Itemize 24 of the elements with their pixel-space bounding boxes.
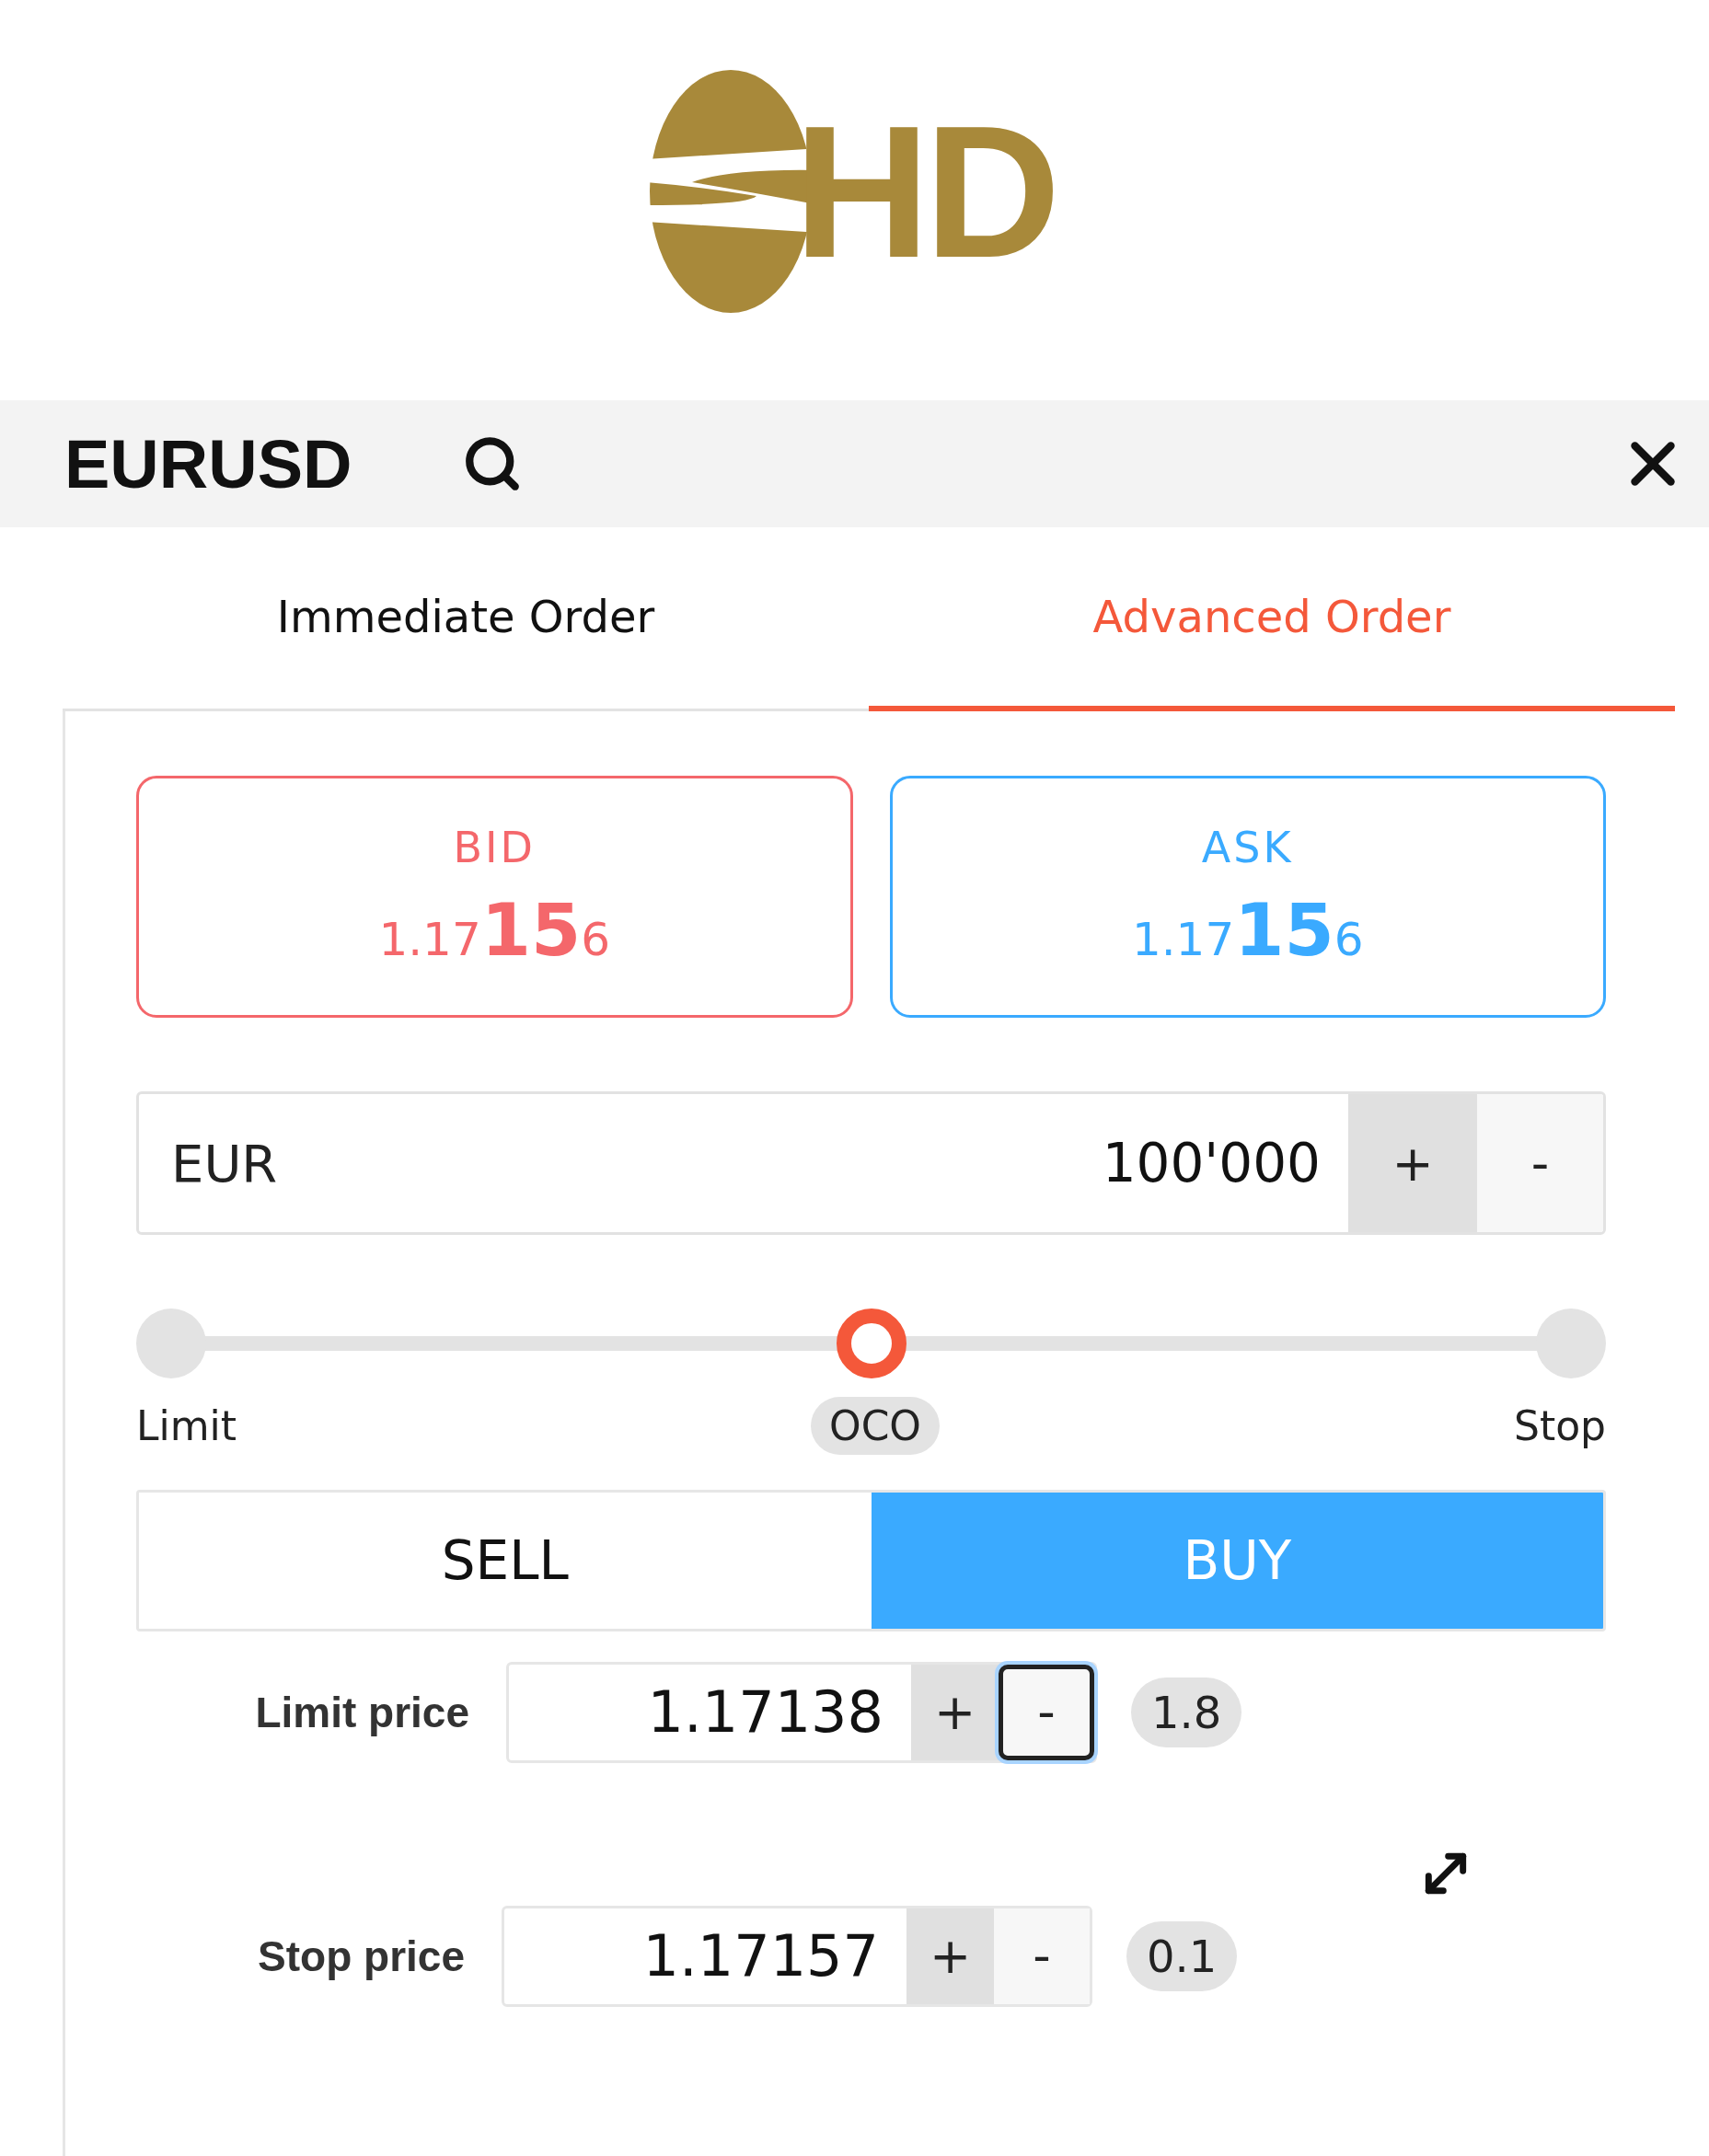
price-label: Stop price bbox=[257, 1931, 466, 1981]
quote-label: ASK bbox=[1201, 822, 1294, 872]
plus-button[interactable]: + bbox=[906, 1908, 994, 2004]
quote-price: 1.17 156 bbox=[378, 888, 611, 972]
price-field[interactable]: 1.17138 bbox=[509, 1664, 911, 1760]
plus-button[interactable]: + bbox=[911, 1664, 999, 1760]
order-type-label[interactable]: OCO bbox=[811, 1397, 940, 1455]
minus-button[interactable]: - bbox=[994, 1908, 1090, 2004]
distance-badge: 0.1 bbox=[1126, 1920, 1238, 1991]
quote-label: BID bbox=[453, 822, 536, 872]
currency-label: EUR bbox=[171, 1133, 278, 1193]
order-type-label[interactable]: Stop bbox=[1513, 1397, 1606, 1455]
order-type-label[interactable]: Limit bbox=[136, 1397, 237, 1455]
distance-badge: 1.8 bbox=[1131, 1677, 1242, 1747]
price-label: Limit price bbox=[254, 1687, 470, 1737]
plus-button[interactable]: + bbox=[1348, 1094, 1477, 1232]
amount-field[interactable]: EUR 100'000 bbox=[139, 1094, 1348, 1232]
logo-text: HD bbox=[793, 97, 1057, 285]
order-tab[interactable]: Immediate Order bbox=[63, 527, 869, 711]
amount-value: 100'000 bbox=[1102, 1132, 1321, 1194]
price-field[interactable]: 1.17157 bbox=[504, 1908, 906, 2004]
minus-button[interactable]: - bbox=[1477, 1094, 1603, 1232]
quote-price: 1.17 156 bbox=[1131, 888, 1364, 972]
symbol-title: EURUSD bbox=[64, 424, 352, 503]
